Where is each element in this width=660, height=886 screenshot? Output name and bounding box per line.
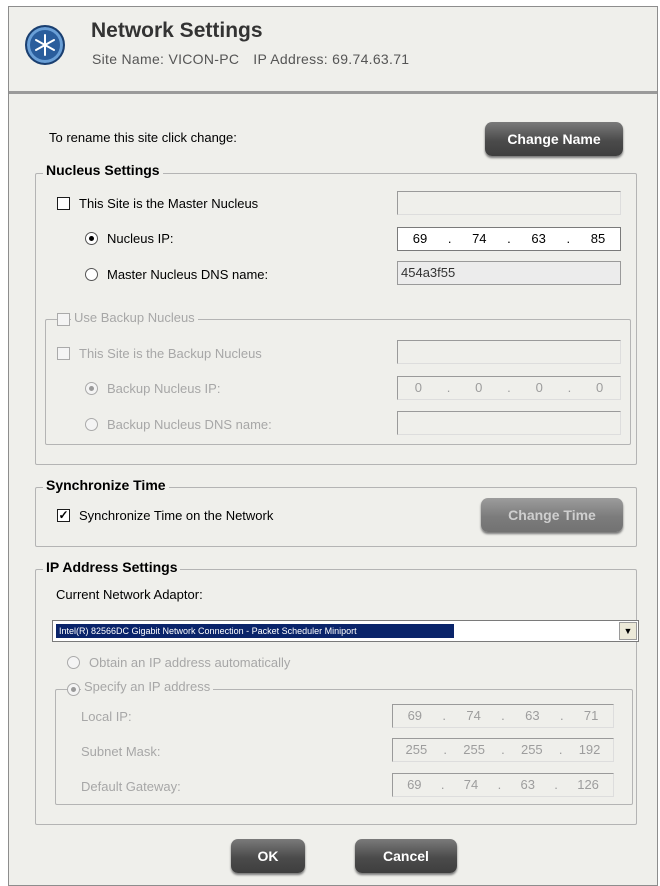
- local-ip-label: Local IP:: [81, 709, 132, 724]
- header: Network Settings Site Name: VICON-PC IP A…: [9, 7, 657, 94]
- local-ip-input[interactable]: 69. 74. 63. 71: [392, 704, 614, 728]
- change-time-button[interactable]: Change Time: [481, 498, 623, 532]
- ip-octet: 0: [535, 380, 543, 395]
- backup-dns-label: Backup Nucleus DNS name:: [107, 417, 272, 432]
- use-backup-label: Use Backup Nucleus: [71, 310, 198, 325]
- gateway-label: Default Gateway:: [81, 779, 181, 794]
- ip-octet: 69: [412, 231, 428, 246]
- ip-octet: 74: [466, 708, 481, 723]
- ip-address-text: IP Address: 69.74.63.71: [253, 51, 410, 67]
- ip-octet: 71: [583, 708, 599, 723]
- obtain-ip-label: Obtain an IP address automatically: [89, 655, 291, 670]
- page-title: Network Settings: [91, 19, 263, 42]
- ip-octet: 63: [525, 708, 540, 723]
- chevron-down-icon[interactable]: ▼: [619, 622, 637, 640]
- ok-button[interactable]: OK: [231, 839, 305, 873]
- network-settings-window: Network Settings Site Name: VICON-PC IP A…: [8, 6, 658, 886]
- ip-octet: 63: [531, 231, 546, 246]
- ip-octet: 255: [405, 742, 428, 757]
- backup-ip-label: Backup Nucleus IP:: [107, 381, 221, 396]
- master-dns-radio[interactable]: [85, 268, 98, 281]
- backup-ip-input[interactable]: 0. 0. 0. 0: [397, 376, 621, 400]
- master-nucleus-checkbox[interactable]: [57, 197, 70, 210]
- ip-octet: 0: [595, 380, 604, 395]
- sync-time-legend: Synchronize Time: [43, 477, 169, 493]
- obtain-ip-radio[interactable]: [67, 656, 80, 669]
- snowflake-logo-icon: [25, 25, 65, 65]
- nucleus-settings-legend: Nucleus Settings: [43, 162, 163, 178]
- nucleus-ip-radio[interactable]: [85, 232, 98, 245]
- ip-octet: 0: [475, 380, 483, 395]
- rename-label: To rename this site click change:: [49, 130, 237, 145]
- subnet-input[interactable]: 255. 255. 255. 192: [392, 738, 614, 762]
- sync-time-label: Synchronize Time on the Network: [79, 508, 274, 523]
- ip-octet: 85: [590, 231, 606, 246]
- master-nucleus-field: [397, 191, 621, 215]
- change-name-button[interactable]: Change Name: [485, 122, 623, 156]
- ip-octet: 0: [414, 380, 423, 395]
- ip-octet: 69: [407, 777, 422, 792]
- ip-octet: 74: [472, 231, 487, 246]
- cancel-button[interactable]: Cancel: [355, 839, 457, 873]
- gateway-input[interactable]: 69. 74. 63. 126: [392, 773, 614, 797]
- master-dns-label: Master Nucleus DNS name:: [107, 267, 269, 282]
- ip-settings-legend: IP Address Settings: [43, 559, 181, 575]
- ip-octet: 255: [520, 742, 543, 757]
- ip-octet: 192: [578, 742, 601, 757]
- adaptor-selected-value: Intel(R) 82566DC Gigabit Network Connect…: [56, 624, 454, 638]
- specify-ip-label: Specify an IP address: [81, 679, 214, 694]
- header-subtitle: Site Name: VICON-PC IP Address: 69.74.63.…: [92, 51, 423, 67]
- master-nucleus-label: This Site is the Master Nucleus: [79, 196, 259, 211]
- nucleus-ip-label: Nucleus IP:: [107, 231, 174, 246]
- ip-octet: 74: [463, 777, 479, 792]
- backup-nucleus-field: [397, 340, 621, 364]
- specify-ip-radio[interactable]: [67, 683, 80, 696]
- adaptor-label: Current Network Adaptor:: [56, 587, 203, 602]
- backup-nucleus-checkbox[interactable]: [57, 347, 70, 360]
- master-dns-input[interactable]: 454a3f55: [397, 261, 621, 285]
- network-adaptor-select[interactable]: Intel(R) 82566DC Gigabit Network Connect…: [52, 620, 639, 642]
- ip-octet: 63: [520, 777, 535, 792]
- ip-octet: 69: [407, 708, 423, 723]
- backup-ip-radio[interactable]: [85, 382, 98, 395]
- ip-octet: 126: [577, 777, 599, 792]
- site-name-text: Site Name: VICON-PC: [92, 51, 240, 67]
- use-backup-checkbox[interactable]: [57, 313, 70, 326]
- backup-dns-radio[interactable]: [85, 418, 98, 431]
- ip-octet: 255: [463, 742, 485, 757]
- sync-time-checkbox[interactable]: ✓: [57, 509, 70, 522]
- backup-nucleus-label: This Site is the Backup Nucleus: [79, 346, 262, 361]
- backup-dns-input[interactable]: [397, 411, 621, 435]
- nucleus-ip-input[interactable]: 69. 74. 63. 85: [397, 227, 621, 251]
- subnet-label: Subnet Mask:: [81, 744, 161, 759]
